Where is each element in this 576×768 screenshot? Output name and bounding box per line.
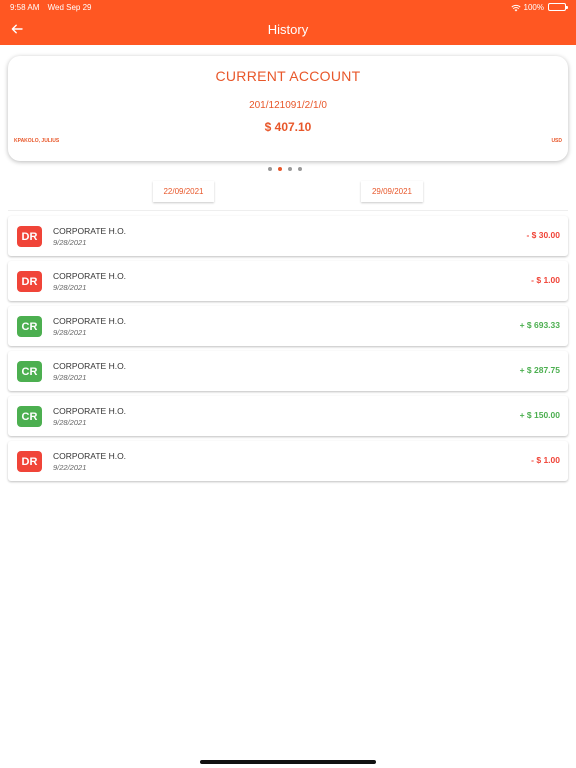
- home-indicator[interactable]: [200, 760, 376, 764]
- status-left: 9:58 AM Wed Sep 29: [10, 3, 97, 12]
- transaction-name: CORPORATE H.O.: [53, 316, 127, 326]
- page-dot[interactable]: [268, 167, 272, 171]
- transaction-amount: + $ 693.33: [519, 320, 560, 330]
- transaction-row[interactable]: DR CORPORATE H.O. 9/22/2021 - $ 1.00: [8, 441, 568, 481]
- account-balance: $ 407.10: [264, 120, 312, 134]
- status-time: 9:58 AM: [10, 2, 40, 12]
- transaction-type-badge: DR: [17, 226, 42, 247]
- transaction-type-badge: DR: [17, 451, 42, 472]
- account-name: CURRENT ACCOUNT: [215, 68, 361, 84]
- transaction-date: 9/28/2021: [53, 238, 87, 247]
- wifi-icon: [510, 4, 521, 11]
- battery-percent: 100%: [523, 2, 544, 12]
- transaction-amount: + $ 150.00: [519, 410, 560, 420]
- transaction-row[interactable]: CR CORPORATE H.O. 9/28/2021 + $ 693.33: [8, 306, 568, 346]
- app-header: 9:58 AM Wed Sep 29 100% History: [0, 0, 576, 45]
- transaction-date: 9/28/2021: [53, 328, 87, 337]
- transaction-date: 9/28/2021: [53, 418, 87, 427]
- transaction-name: CORPORATE H.O.: [53, 361, 127, 371]
- transaction-row[interactable]: CR CORPORATE H.O. 9/28/2021 + $ 150.00: [8, 396, 568, 436]
- page-title: History: [267, 22, 309, 37]
- account-number: 201/121091/2/1/0: [249, 100, 327, 111]
- transaction-type-badge: DR: [17, 271, 42, 292]
- transaction-name: CORPORATE H.O.: [53, 226, 127, 236]
- account-currency: USD: [551, 138, 562, 144]
- account-card[interactable]: CURRENT ACCOUNT 201/121091/2/1/0 $ 407.1…: [8, 56, 568, 161]
- transaction-row[interactable]: DR CORPORATE H.O. 9/28/2021 - $ 1.00: [8, 261, 568, 301]
- back-button[interactable]: [6, 18, 28, 40]
- transaction-amount: - $ 30.00: [526, 230, 560, 240]
- transaction-amount: - $ 1.00: [531, 455, 560, 465]
- transaction-name: CORPORATE H.O.: [53, 451, 127, 461]
- transaction-type-badge: CR: [17, 316, 42, 337]
- page-dot[interactable]: [278, 167, 282, 171]
- transaction-date: 9/22/2021: [53, 463, 87, 472]
- nav-bar: History: [0, 14, 576, 45]
- status-date: Wed Sep 29: [47, 2, 92, 12]
- transaction-name: CORPORATE H.O.: [53, 406, 127, 416]
- transaction-row[interactable]: CR CORPORATE H.O. 9/28/2021 + $ 287.75: [8, 351, 568, 391]
- transaction-amount: + $ 287.75: [519, 365, 560, 375]
- page-dot[interactable]: [288, 167, 292, 171]
- transaction-name: CORPORATE H.O.: [53, 271, 127, 281]
- status-right: 100%: [510, 2, 568, 12]
- transaction-amount: - $ 1.00: [531, 275, 560, 285]
- battery-icon: [548, 3, 568, 11]
- transaction-date: 9/28/2021: [53, 283, 87, 292]
- transaction-type-badge: CR: [17, 406, 42, 427]
- list-divider: [8, 210, 568, 211]
- transaction-type-badge: CR: [17, 361, 42, 382]
- date-to-button[interactable]: 29/09/2021: [361, 181, 423, 202]
- transaction-list: DR CORPORATE H.O. 9/28/2021 - $ 30.00 DR CORP…: [8, 216, 568, 486]
- account-holder: KPAKOLO, JULIUS: [14, 138, 60, 144]
- page-dot[interactable]: [298, 167, 302, 171]
- transaction-date: 9/28/2021: [53, 373, 87, 382]
- arrow-left-icon: [11, 24, 23, 34]
- status-bar: 9:58 AM Wed Sep 29 100%: [0, 0, 576, 14]
- page-indicator[interactable]: [268, 167, 302, 171]
- transaction-row[interactable]: DR CORPORATE H.O. 9/28/2021 - $ 30.00: [8, 216, 568, 256]
- date-from-button[interactable]: 22/09/2021: [153, 181, 214, 202]
